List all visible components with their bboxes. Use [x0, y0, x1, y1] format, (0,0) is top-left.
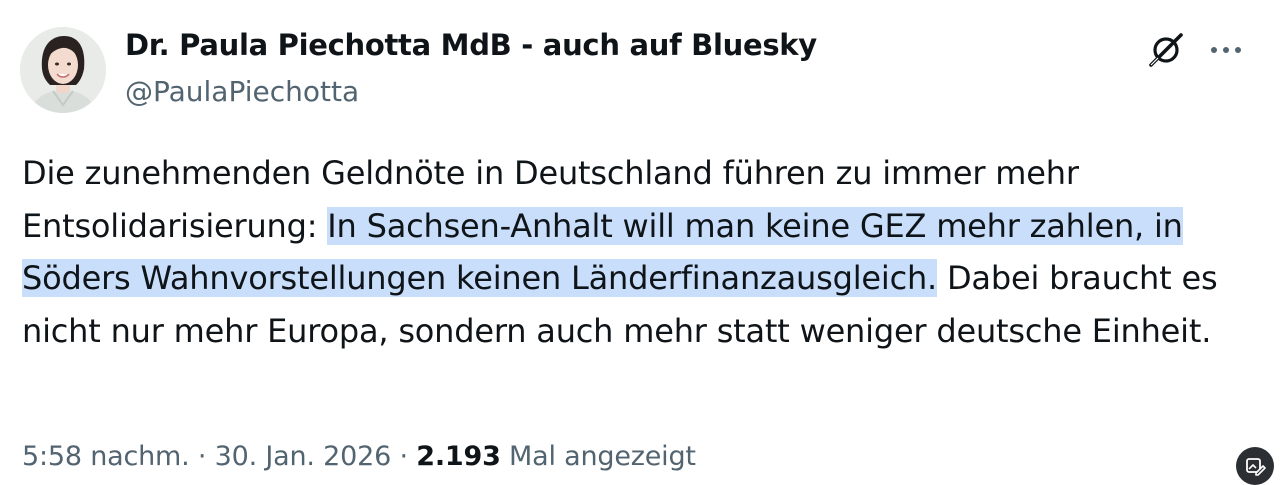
edit-image-icon [1246, 458, 1266, 476]
tweet-card: Dr. Paula Piechotta MdB - auch auf Blues… [0, 0, 1280, 485]
author-display-name[interactable]: Dr. Paula Piechotta MdB - auch auf Blues… [125, 28, 817, 62]
views-count: 2.193 [416, 441, 501, 472]
edit-image-button[interactable] [1236, 447, 1274, 485]
views-label: Mal angezeigt [500, 441, 696, 472]
avatar[interactable] [20, 27, 106, 113]
meta-separator: · [189, 441, 215, 472]
tweet-meta: 5:58 nachm. · 30. Jan. 2026 · 2.193 Mal … [22, 441, 696, 472]
author-handle[interactable]: @PaulaPiechotta [125, 75, 359, 108]
tweet-text: Die zunehmenden Geldnöte in Deutschland … [22, 147, 1267, 357]
tweet-time[interactable]: 5:58 nachm. [22, 441, 190, 472]
grok-icon[interactable] [1146, 30, 1186, 70]
tweet-date[interactable]: 30. Jan. 2026 [215, 441, 392, 472]
more-options-icon[interactable] [1206, 36, 1246, 64]
meta-separator: · [391, 441, 417, 472]
avatar-image [20, 27, 106, 113]
